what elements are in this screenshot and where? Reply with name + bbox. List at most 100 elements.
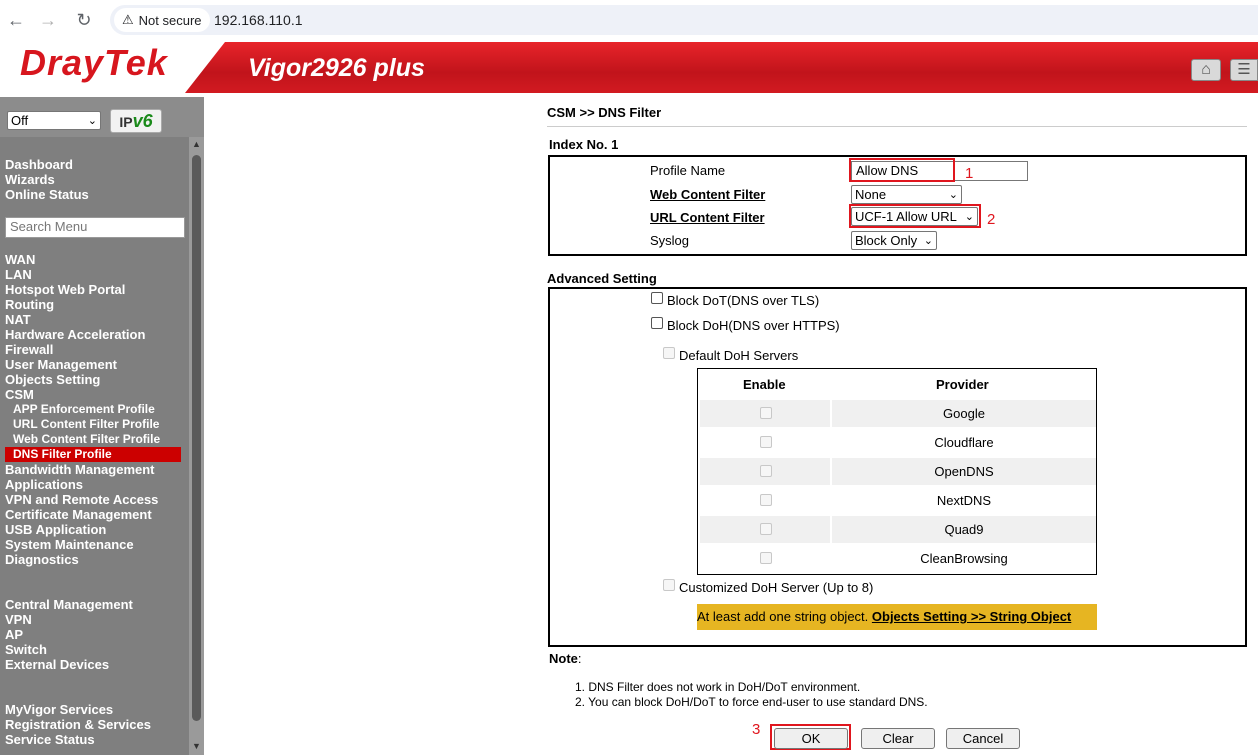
title-divider bbox=[547, 126, 1247, 127]
menu-list-icon[interactable]: ☰ bbox=[1230, 59, 1258, 81]
sidebar-item-app-enforcement[interactable]: APP Enforcement Profile bbox=[13, 402, 155, 417]
provider-cell: NextDNS bbox=[936, 493, 992, 508]
provider-enable-checkbox[interactable] bbox=[760, 523, 772, 535]
sidebar-item-external-devices[interactable]: External Devices bbox=[5, 657, 109, 672]
web-content-filter-value: None bbox=[855, 187, 887, 202]
enable-cell bbox=[700, 545, 830, 572]
reload-icon[interactable]: ↻ bbox=[73, 9, 95, 31]
syslog-value: Block Only bbox=[855, 233, 918, 248]
scroll-up-icon[interactable]: ▲ bbox=[192, 139, 201, 149]
default-doh-label: Default DoH Servers bbox=[679, 348, 799, 363]
sidebar-item-csm[interactable]: CSM bbox=[5, 387, 34, 402]
sidebar-item-switch[interactable]: Switch bbox=[5, 642, 47, 657]
default-doh-checkbox[interactable] bbox=[663, 347, 675, 359]
syslog-select[interactable]: Block Only ⌄ bbox=[851, 231, 937, 250]
search-menu-input[interactable]: Search Menu bbox=[5, 217, 185, 238]
scroll-down-icon[interactable]: ▼ bbox=[192, 741, 201, 751]
sidebar-item-routing[interactable]: Routing bbox=[5, 297, 54, 312]
sidebar-item-diagnostics[interactable]: Diagnostics bbox=[5, 552, 79, 567]
sidebar-item-usb[interactable]: USB Application bbox=[5, 522, 106, 537]
browser-toolbar: ← → ↻ ⚠ Not secure 192.168.110.1 bbox=[0, 0, 1258, 42]
security-chip[interactable]: ⚠ Not secure bbox=[114, 8, 210, 32]
provider-enable-checkbox[interactable] bbox=[760, 436, 772, 448]
sidebar-item-myvigor[interactable]: MyVigor Services bbox=[5, 702, 113, 717]
sidebar-item-lan[interactable]: LAN bbox=[5, 267, 32, 282]
doh-providers-table: Enable Provider Google Cloudflare OpenDN… bbox=[697, 368, 1097, 575]
string-object-notice: At least add one string object. Objects … bbox=[697, 604, 1097, 630]
sidebar-item-central-vpn[interactable]: VPN bbox=[5, 612, 32, 627]
sidebar-item-objects[interactable]: Objects Setting bbox=[5, 372, 100, 387]
block-dot-checkbox[interactable] bbox=[651, 292, 663, 304]
ok-button[interactable]: OK bbox=[774, 728, 848, 749]
table-row: CleanBrowsing bbox=[700, 545, 1094, 572]
sidebar: Off ⌄ IPv6 ▲ ▼ Dashboard Wizards Online … bbox=[0, 97, 204, 755]
sidebar-item-wan[interactable]: WAN bbox=[5, 252, 35, 267]
sidebar-item-nat[interactable]: NAT bbox=[5, 312, 31, 327]
sidebar-item-hw-accel[interactable]: Hardware Acceleration bbox=[5, 327, 145, 342]
home-icon[interactable]: ⌂ bbox=[1191, 59, 1221, 81]
sidebar-item-applications[interactable]: Applications bbox=[5, 477, 83, 492]
language-select-value: Off bbox=[11, 113, 29, 128]
sidebar-item-registration[interactable]: Registration & Services bbox=[5, 717, 151, 732]
cancel-button[interactable]: Cancel bbox=[946, 728, 1020, 749]
annotation-box-1 bbox=[849, 158, 955, 182]
sidebar-item-online-status[interactable]: Online Status bbox=[5, 187, 89, 202]
sidebar-item-web-filter-profile[interactable]: Web Content Filter Profile bbox=[13, 432, 160, 447]
custom-doh-checkbox[interactable] bbox=[663, 579, 675, 591]
provider-enable-checkbox[interactable] bbox=[760, 552, 772, 564]
provider-cell: Quad9 bbox=[832, 516, 1096, 543]
back-arrow-icon[interactable]: ← bbox=[5, 9, 27, 31]
address-bar[interactable]: ⚠ Not secure 192.168.110.1 bbox=[110, 5, 1258, 35]
table-row: Google bbox=[700, 400, 1096, 427]
advanced-setting-title: Advanced Setting bbox=[547, 271, 657, 286]
sidebar-item-bandwidth[interactable]: Bandwidth Management bbox=[5, 462, 155, 477]
notice-text: At least add one string object. bbox=[697, 609, 872, 624]
sidebar-item-user-mgmt[interactable]: User Management bbox=[5, 357, 117, 372]
custom-doh-label: Customized DoH Server (Up to 8) bbox=[679, 580, 874, 595]
sidebar-item-vpn-remote[interactable]: VPN and Remote Access bbox=[5, 492, 158, 507]
sidebar-item-wizards[interactable]: Wizards bbox=[5, 172, 55, 187]
annotation-box-2 bbox=[849, 204, 981, 228]
table-row: NextDNS bbox=[700, 487, 1094, 514]
sidebar-item-system-maintenance[interactable]: System Maintenance bbox=[5, 537, 134, 552]
sidebar-scrollbar[interactable]: ▲ ▼ bbox=[189, 137, 204, 755]
sidebar-item-dashboard[interactable]: Dashboard bbox=[5, 157, 73, 172]
sidebar-item-central-mgmt[interactable]: Central Management bbox=[5, 597, 133, 612]
enable-cell bbox=[700, 516, 830, 543]
table-row: Quad9 bbox=[700, 516, 1096, 543]
chevron-down-icon: ⌄ bbox=[923, 235, 933, 247]
sidebar-item-certificate[interactable]: Certificate Management bbox=[5, 507, 152, 522]
clear-button[interactable]: Clear bbox=[861, 728, 935, 749]
sidebar-item-service-status[interactable]: Service Status bbox=[5, 732, 95, 747]
provider-enable-checkbox[interactable] bbox=[760, 465, 772, 477]
block-doh-checkbox[interactable] bbox=[651, 317, 663, 329]
sidebar-item-dns-filter-profile[interactable]: DNS Filter Profile bbox=[5, 447, 181, 462]
note-colon: : bbox=[577, 651, 582, 666]
page-title: CSM >> DNS Filter bbox=[547, 105, 662, 120]
sidebar-item-url-filter-profile[interactable]: URL Content Filter Profile bbox=[13, 417, 159, 432]
provider-column-header: Provider bbox=[936, 377, 989, 392]
web-content-filter-link[interactable]: Web Content Filter bbox=[650, 187, 765, 202]
sidebar-item-ap[interactable]: AP bbox=[5, 627, 23, 642]
forward-arrow-icon[interactable]: → bbox=[37, 9, 59, 31]
url-content-filter-link[interactable]: URL Content Filter bbox=[650, 210, 765, 225]
profile-name-label: Profile Name bbox=[650, 163, 726, 178]
language-select[interactable]: Off ⌄ bbox=[7, 111, 101, 130]
scroll-thumb[interactable] bbox=[192, 155, 201, 721]
enable-cell bbox=[700, 400, 830, 427]
sidebar-item-hotspot[interactable]: Hotspot Web Portal bbox=[5, 282, 125, 297]
model-name: Vigor2926 plus bbox=[248, 54, 425, 82]
enable-cell bbox=[700, 458, 830, 485]
annotation-number-2: 2 bbox=[987, 211, 996, 228]
chevron-down-icon: ⌄ bbox=[948, 189, 958, 201]
note-title-text: Note bbox=[549, 651, 578, 666]
provider-enable-checkbox[interactable] bbox=[760, 407, 772, 419]
ipv6-button[interactable]: IPv6 bbox=[110, 109, 162, 133]
string-object-link[interactable]: Objects Setting >> String Object bbox=[872, 609, 1071, 624]
note-title: Note: bbox=[549, 651, 582, 666]
provider-enable-checkbox[interactable] bbox=[760, 494, 772, 506]
web-content-filter-select[interactable]: None ⌄ bbox=[851, 185, 962, 204]
url-text[interactable]: 192.168.110.1 bbox=[214, 12, 303, 28]
note-line-2: 2. You can block DoH/DoT to force end-us… bbox=[575, 695, 928, 709]
sidebar-item-firewall[interactable]: Firewall bbox=[5, 342, 53, 357]
